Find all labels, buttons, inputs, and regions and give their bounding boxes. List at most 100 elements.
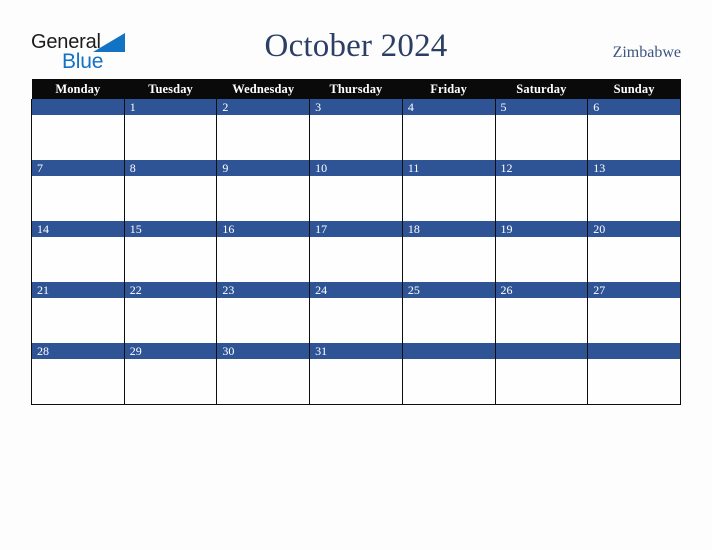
day-cell-body[interactable]	[495, 359, 588, 404]
day-cell[interactable]: 22	[123, 282, 218, 343]
calendar-table: Monday Tuesday Wednesday Thursday Friday…	[31, 79, 681, 405]
day-cell[interactable]: 11	[401, 160, 496, 221]
week-row: 14 15 16 17 18 19 20	[31, 221, 681, 282]
page-title: October 2024	[264, 28, 448, 64]
day-cell-body[interactable]	[310, 298, 402, 343]
day-cell-body[interactable]	[124, 298, 217, 343]
day-cell[interactable]: 25	[401, 282, 496, 343]
day-cell[interactable]: 19	[494, 221, 589, 282]
day-cell[interactable]: 28	[31, 343, 125, 405]
day-cell[interactable]: 2	[216, 99, 311, 160]
day-cell-body[interactable]	[217, 298, 310, 343]
day-cell-body[interactable]	[32, 176, 124, 221]
day-cell-body[interactable]	[32, 298, 124, 343]
day-cell-body[interactable]	[588, 237, 680, 282]
weekday-header-sunday: Sunday	[587, 79, 681, 99]
day-cell[interactable]: 16	[216, 221, 311, 282]
day-cell-body[interactable]	[495, 115, 588, 160]
day-number: 19	[495, 221, 588, 237]
day-cell-body[interactable]	[217, 115, 310, 160]
day-cell[interactable]: 29	[123, 343, 218, 405]
day-cell[interactable]: 14	[31, 221, 125, 282]
day-cell-body[interactable]	[310, 359, 402, 404]
day-cell-body[interactable]	[310, 115, 402, 160]
day-cell[interactable]: 27	[587, 282, 681, 343]
day-cell-body[interactable]	[124, 176, 217, 221]
day-cell-body[interactable]	[310, 176, 402, 221]
week-row: 1 2 3 4 5 6	[31, 99, 681, 160]
day-number	[32, 99, 124, 115]
day-cell-body[interactable]	[588, 176, 680, 221]
day-cell[interactable]: 5	[494, 99, 589, 160]
day-cell-body[interactable]	[217, 359, 310, 404]
day-cell[interactable]: 30	[216, 343, 311, 405]
day-cell-body[interactable]	[495, 237, 588, 282]
day-number: 2	[217, 99, 310, 115]
day-cell-body[interactable]	[402, 237, 495, 282]
day-cell[interactable]: 23	[216, 282, 311, 343]
day-cell[interactable]: 8	[123, 160, 218, 221]
day-cell[interactable]: 13	[587, 160, 681, 221]
day-cell[interactable]: 9	[216, 160, 311, 221]
day-cell[interactable]	[494, 343, 589, 405]
day-cell-body[interactable]	[217, 237, 310, 282]
country-label: Zimbabwe	[612, 44, 681, 61]
day-cell[interactable]: 10	[309, 160, 403, 221]
day-cell-body[interactable]	[32, 237, 124, 282]
day-cell-body[interactable]	[495, 176, 588, 221]
day-cell-body[interactable]	[310, 237, 402, 282]
day-cell[interactable]: 20	[587, 221, 681, 282]
day-number	[402, 343, 495, 359]
day-cell-body[interactable]	[402, 115, 495, 160]
day-cell[interactable]	[31, 99, 125, 160]
day-cell[interactable]: 6	[587, 99, 681, 160]
day-cell-body[interactable]	[32, 359, 124, 404]
day-cell-body[interactable]	[124, 359, 217, 404]
day-cell-body[interactable]	[495, 298, 588, 343]
day-cell-body[interactable]	[588, 359, 680, 404]
day-cell-body[interactable]	[402, 359, 495, 404]
day-cell[interactable]: 3	[309, 99, 403, 160]
day-number: 25	[402, 282, 495, 298]
day-cell[interactable]: 15	[123, 221, 218, 282]
week-row: 7 8 9 10 11 12 13	[31, 160, 681, 221]
day-number: 18	[402, 221, 495, 237]
weekday-header-friday: Friday	[402, 79, 496, 99]
day-number: 6	[588, 99, 680, 115]
day-cell[interactable]: 26	[494, 282, 589, 343]
day-cell[interactable]: 21	[31, 282, 125, 343]
day-cell[interactable]	[401, 343, 496, 405]
day-cell[interactable]: 1	[123, 99, 218, 160]
day-cell-body[interactable]	[402, 176, 495, 221]
day-cell[interactable]	[587, 343, 681, 405]
weekday-header-row: Monday Tuesday Wednesday Thursday Friday…	[31, 79, 681, 99]
day-cell-body[interactable]	[124, 115, 217, 160]
day-cell[interactable]: 24	[309, 282, 403, 343]
day-cell-body[interactable]	[402, 298, 495, 343]
day-number: 15	[124, 221, 217, 237]
day-number: 28	[32, 343, 124, 359]
day-number: 1	[124, 99, 217, 115]
day-number: 17	[310, 221, 402, 237]
day-cell[interactable]: 12	[494, 160, 589, 221]
day-cell-body[interactable]	[124, 237, 217, 282]
day-cell-body[interactable]	[588, 298, 680, 343]
day-number: 10	[310, 160, 402, 176]
day-cell[interactable]: 18	[401, 221, 496, 282]
day-number: 14	[32, 221, 124, 237]
day-cell-body[interactable]	[217, 176, 310, 221]
weekday-header-saturday: Saturday	[495, 79, 588, 99]
day-number: 30	[217, 343, 310, 359]
day-number: 4	[402, 99, 495, 115]
day-cell-body[interactable]	[32, 115, 124, 160]
weekday-header-wednesday: Wednesday	[216, 79, 310, 99]
day-number: 7	[32, 160, 124, 176]
day-cell[interactable]: 31	[309, 343, 403, 405]
day-number: 20	[588, 221, 680, 237]
day-cell-body[interactable]	[588, 115, 680, 160]
day-cell[interactable]: 17	[309, 221, 403, 282]
day-number: 21	[32, 282, 124, 298]
day-cell[interactable]: 7	[31, 160, 125, 221]
day-number: 3	[310, 99, 402, 115]
day-cell[interactable]: 4	[401, 99, 496, 160]
